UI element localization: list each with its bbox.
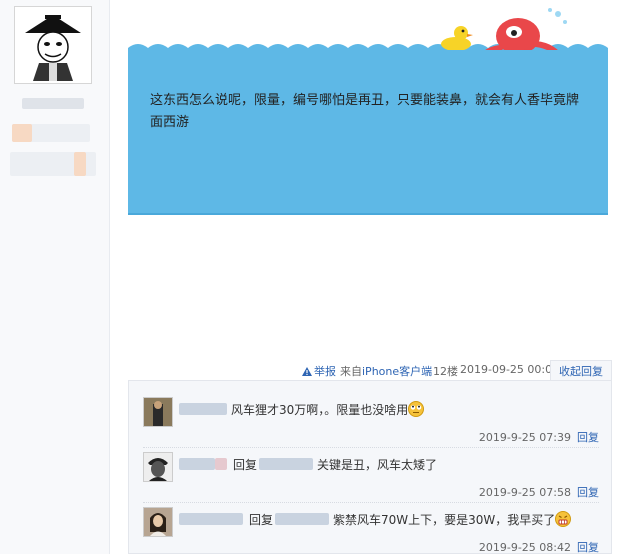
source-prefix: 来自 — [340, 365, 362, 378]
avatar-image — [144, 453, 172, 481]
list-item: 回复 关键是丑，风车太矮了 2019-9-25 07:58 回复 — [143, 448, 599, 503]
report-label: 举报 — [314, 365, 336, 378]
reply-text: 紫禁风车70W上下，要是30W，我早买了 — [333, 513, 556, 527]
grimace-emoji-icon — [555, 511, 572, 527]
reply-text: 风车狸才30万啊，。限量也没啥用 — [231, 403, 409, 417]
reply-avatar[interactable] — [143, 507, 173, 537]
reply-to-label: 回复 — [249, 513, 274, 527]
user-sidebar — [0, 0, 110, 554]
reply-time: 2019-9-25 07:39 — [478, 431, 571, 444]
reply-target-blurred[interactable] — [259, 458, 314, 470]
reply-text: 关键是丑，风车太矮了 — [317, 458, 438, 472]
reply-time: 2019-9-25 08:42 — [478, 541, 571, 554]
reply-line: 回复 紫禁风车70W上下，要是30W，我早买了 — [179, 511, 599, 531]
post-tail: 举报 来自iPhone客户端 12楼 2019-09-25 00:07 收起回复 — [128, 360, 612, 381]
collapse-replies-button[interactable]: 收起回复 — [550, 360, 612, 381]
tag-badge-blurred — [74, 152, 86, 176]
reply-username-blurred[interactable] — [179, 403, 227, 415]
reply-line: 风车狸才30万啊，。限量也没啥用 — [179, 401, 599, 421]
list-item: 回复 紫禁风车70W上下，要是30W，我早买了 2019-9-25 08:42 回复 — [143, 503, 599, 554]
report-link[interactable]: 举报 — [302, 363, 336, 379]
meme-avatar-image — [25, 15, 81, 81]
reply-username-blurred[interactable] — [179, 458, 215, 470]
avatar-image — [144, 508, 172, 536]
list-item: 风车狸才30万啊，。限量也没啥用 2019-9-25 07:39 回复 — [143, 393, 599, 448]
user-avatar[interactable] — [14, 6, 92, 84]
reply-line: 回复 关键是丑，风车太矮了 — [179, 456, 599, 476]
rubber-duck-icon — [441, 26, 473, 51]
reply-avatar[interactable] — [143, 452, 173, 482]
reply-time: 2019-9-25 07:58 — [478, 486, 571, 499]
reply-meta: 2019-9-25 07:39 回复 — [479, 429, 599, 445]
reply-button[interactable]: 回复 — [577, 431, 599, 444]
reply-meta: 2019-9-25 08:42 回复 — [479, 539, 599, 554]
warning-icon — [302, 367, 312, 376]
post-source: 来自iPhone客户端 — [340, 363, 432, 379]
reply-to-label: 回复 — [233, 458, 258, 472]
username-blurred[interactable] — [22, 98, 84, 109]
reply-button[interactable]: 回复 — [577, 541, 599, 554]
reply-username-blurred[interactable] — [179, 513, 243, 525]
rolling-eyes-emoji-icon — [408, 401, 425, 417]
post-time: 2019-09-25 00:07 — [460, 363, 560, 376]
reply-target-blurred[interactable] — [275, 513, 330, 525]
avatar-image — [144, 398, 172, 426]
reply-avatar[interactable] — [143, 397, 173, 427]
source-device-link[interactable]: iPhone客户端 — [362, 365, 432, 378]
reply-badge-blurred — [215, 458, 227, 470]
post-content-text: 这东西怎么说呢，限量，编号哪怕是再丑，只要能装鼻，就会有人香毕竟牌面西游 — [150, 93, 580, 130]
level-badge-blurred — [12, 124, 32, 142]
reply-meta: 2019-9-25 07:58 回复 — [479, 484, 599, 500]
reply-button[interactable]: 回复 — [577, 486, 599, 499]
reply-list: 风车狸才30万啊，。限量也没啥用 2019-9-25 07:39 回复 回复 关键是… — [128, 380, 612, 554]
floor-number: 12楼 — [433, 365, 458, 378]
